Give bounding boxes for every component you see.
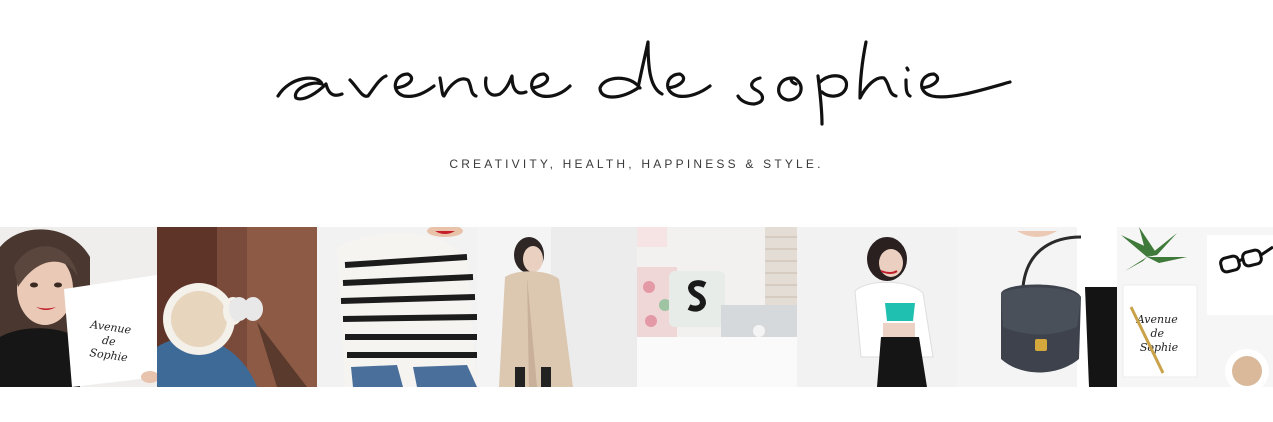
gallery-tile-stripes[interactable]: [317, 227, 477, 387]
gallery-tile-coat[interactable]: [477, 227, 637, 387]
gallery-tile-bedroom[interactable]: [637, 227, 797, 387]
blazer-photo: [797, 227, 957, 387]
gallery-tile-blazer[interactable]: [797, 227, 957, 387]
site-logo[interactable]: [270, 28, 1015, 128]
selfie-photo: Avenue de Sophie: [0, 227, 157, 387]
gallery-tile-desk[interactable]: Avenue de Sophie: [1117, 227, 1273, 387]
bag-photo: [957, 227, 1117, 387]
stripes-photo: [317, 227, 477, 387]
site-tagline: CREATIVITY, HEALTH, HAPPINESS & STYLE.: [449, 157, 824, 171]
gallery-tile-bag[interactable]: [957, 227, 1117, 387]
instagram-gallery: Avenue de Sophie Avenue de Sophie: [0, 227, 1273, 387]
site-header: CREATIVITY, HEALTH, HAPPINESS & STYLE.: [0, 0, 1273, 227]
gallery-tile-selfie[interactable]: Avenue de Sophie: [0, 227, 157, 387]
coffee-photo: [157, 227, 317, 387]
coat-photo: [477, 227, 637, 387]
gallery-tile-coffee[interactable]: [157, 227, 317, 387]
logo-script-art: [276, 40, 1012, 126]
desk-photo: Avenue de Sophie: [1117, 227, 1273, 387]
bedroom-photo: [637, 227, 797, 387]
